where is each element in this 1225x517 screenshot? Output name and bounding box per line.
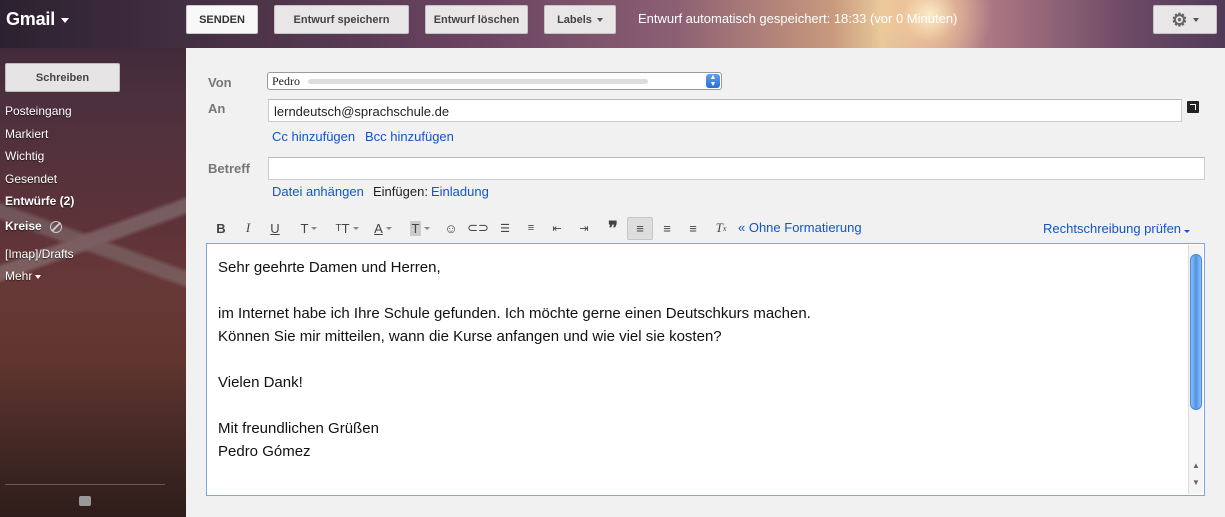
app-logo-menu[interactable]: Gmail	[6, 9, 70, 30]
send-button[interactable]: SENDEN	[186, 5, 258, 34]
to-field[interactable]: lerndeutsch@sprachschule.de	[268, 99, 1182, 122]
link-icon[interactable]: ⊂⊃	[467, 219, 489, 237]
more-label: Mehr	[5, 269, 33, 283]
font-size-button[interactable]: TT	[332, 219, 362, 237]
plain-text-link[interactable]: « Ohne Formatierung	[738, 220, 862, 235]
body-line: Können Sie mir mitteilen, wann die Kurse…	[218, 328, 722, 345]
vertical-scrollbar[interactable]: ▲ ▼	[1188, 245, 1203, 494]
scrollbar-thumb[interactable]	[1190, 254, 1202, 410]
body-line: Pedro Gómez	[218, 443, 311, 460]
chevron-down-icon	[596, 17, 603, 22]
sidebar: Schreiben Posteingang Markiert Wichtig G…	[0, 48, 186, 517]
body-line	[218, 348, 811, 371]
chevron-down-icon	[385, 226, 392, 230]
to-label: An	[208, 101, 226, 116]
sidebar-item-sent[interactable]: Gesendet	[5, 172, 57, 186]
compose-panel: Von Pedro ▲ ▼ An lerndeutsch@sprachschule.…	[186, 48, 1225, 517]
logo-text: Gmail	[6, 9, 56, 29]
from-label: Von	[208, 75, 232, 90]
chevron-down-icon	[1184, 230, 1191, 233]
labels-button[interactable]: Labels	[544, 5, 616, 34]
bold-button[interactable]: B	[214, 219, 228, 237]
spellcheck-link[interactable]: Rechtschreibung prüfen	[1043, 221, 1191, 236]
highlight-button[interactable]: T	[405, 219, 435, 237]
insert-invitation-link[interactable]: Einladung	[431, 184, 489, 199]
popout-icon[interactable]	[1187, 101, 1199, 113]
message-body-editor[interactable]: Sehr geehrte Damen und Herren, im Intern…	[206, 243, 1205, 496]
from-address-blurred	[308, 79, 648, 84]
header-bar: Gmail SENDEN Entwurf speichern Entwurf l…	[0, 0, 1225, 70]
autosave-status: Entwurf automatisch gespeichert: 18:33 (…	[638, 11, 958, 26]
circles-icon	[49, 220, 62, 233]
attach-file-link[interactable]: Datei anhängen	[272, 184, 364, 199]
chevron-down-icon	[1192, 17, 1199, 22]
add-bcc-link[interactable]: Bcc hinzufügen	[365, 129, 454, 144]
sidebar-item-inbox[interactable]: Posteingang	[5, 104, 72, 118]
subject-field[interactable]	[268, 157, 1205, 180]
insert-label: Einfügen:	[373, 184, 428, 199]
underline-button[interactable]: U	[268, 219, 282, 237]
numbered-list-icon[interactable]: ☰	[496, 219, 514, 237]
sidebar-item-circles[interactable]: Kreise	[5, 219, 62, 233]
clear-formatting-icon[interactable]: Tx	[712, 219, 730, 237]
increase-indent-icon[interactable]: ⇥	[575, 219, 593, 237]
gear-icon: ⚙	[1171, 9, 1188, 30]
save-draft-button[interactable]: Entwurf speichern	[274, 5, 409, 34]
body-line: im Internet habe ich Ihre Schule gefunde…	[218, 305, 811, 322]
sidebar-item-more[interactable]: Mehr	[5, 269, 42, 283]
font-icon: T	[300, 220, 309, 236]
decrease-indent-icon[interactable]: ⇤	[548, 219, 566, 237]
body-line	[218, 463, 811, 486]
spellcheck-label: Rechtschreibung prüfen	[1043, 221, 1182, 236]
font-size-icon-large: T	[341, 220, 350, 236]
align-right-icon[interactable]: ≡	[684, 219, 702, 237]
align-center-icon[interactable]: ≡	[658, 219, 676, 237]
chevron-down-icon	[61, 17, 70, 23]
body-line: --	[218, 486, 811, 495]
discard-draft-button[interactable]: Entwurf löschen	[425, 5, 528, 34]
body-line: Mit freundlichen Grüßen	[218, 420, 379, 437]
highlight-icon: T	[409, 220, 422, 236]
message-body-text: Sehr geehrte Damen und Herren, im Intern…	[218, 256, 811, 495]
select-arrows-icon: ▲ ▼	[706, 74, 720, 88]
subject-label: Betreff	[208, 161, 250, 176]
from-select[interactable]: Pedro ▲ ▼	[267, 72, 722, 90]
chat-icon[interactable]	[79, 496, 91, 506]
bulleted-list-icon[interactable]: ≡	[522, 219, 540, 237]
text-color-button[interactable]: A	[368, 219, 398, 237]
align-left-icon[interactable]: ≡	[627, 217, 653, 240]
settings-button[interactable]: ⚙	[1153, 5, 1217, 34]
quote-icon[interactable]: ❞	[604, 218, 622, 238]
chevron-down-icon	[352, 226, 359, 230]
italic-button[interactable]: I	[241, 219, 255, 237]
sidebar-divider	[5, 484, 165, 485]
body-line	[218, 279, 811, 302]
font-button[interactable]: T	[294, 219, 324, 237]
body-line: Sehr geehrte Damen und Herren,	[218, 259, 441, 276]
text-color-icon: A	[374, 220, 383, 236]
chevron-down-icon	[35, 274, 42, 279]
sidebar-item-important[interactable]: Wichtig	[5, 149, 44, 163]
compose-button[interactable]: Schreiben	[5, 63, 120, 92]
scroll-down-icon[interactable]: ▼	[1192, 478, 1200, 487]
scroll-up-icon[interactable]: ▲	[1192, 461, 1200, 470]
add-cc-link[interactable]: Cc hinzufügen	[272, 129, 355, 144]
emoji-icon[interactable]: ☺	[442, 219, 460, 237]
sidebar-item-drafts[interactable]: Entwürfe (2)	[5, 194, 74, 208]
body-line	[218, 394, 811, 417]
from-value: Pedro	[272, 74, 300, 88]
sidebar-item-starred[interactable]: Markiert	[5, 127, 48, 141]
sidebar-item-imap-drafts[interactable]: [Imap]/Drafts	[5, 247, 74, 261]
chevron-down-icon	[311, 226, 318, 230]
circles-label: Kreise	[5, 219, 42, 233]
body-line: Vielen Dank!	[218, 374, 303, 391]
labels-label: Labels	[557, 13, 592, 26]
chevron-down-icon	[424, 226, 431, 230]
